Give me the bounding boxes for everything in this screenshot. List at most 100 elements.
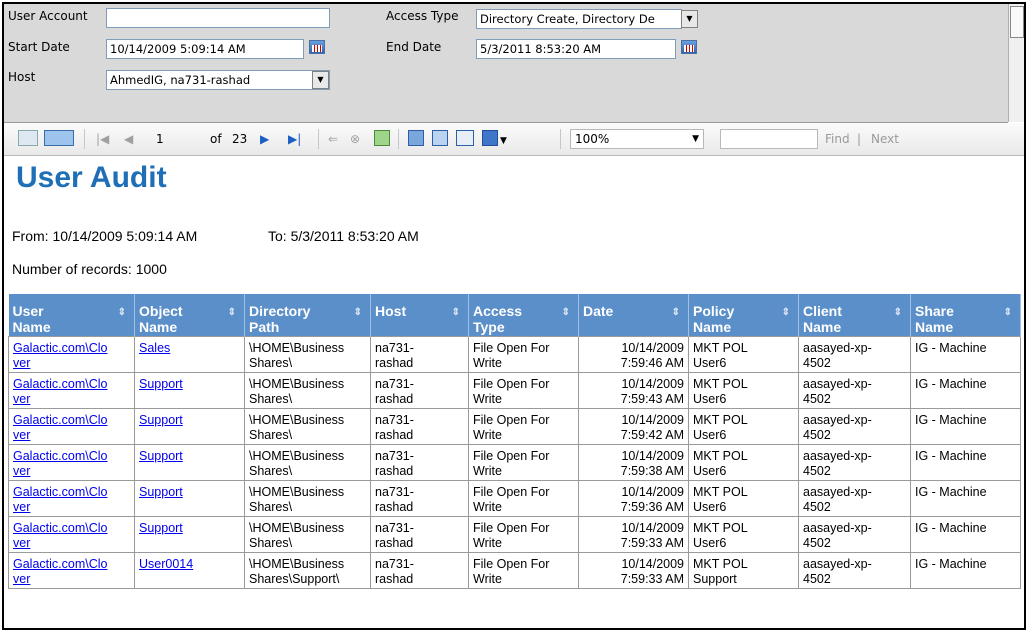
- print-layout-icon[interactable]: [432, 130, 448, 146]
- object-name-cell: Support: [134, 372, 245, 409]
- export-dropdown-icon[interactable]: ▼: [500, 133, 507, 149]
- column-header-label: Date: [583, 303, 614, 319]
- cell-text: 7:59:38 AM: [620, 464, 684, 478]
- stop-icon[interactable]: ⊗: [350, 131, 360, 147]
- cell-text: 7:59:33 AM: [620, 536, 684, 550]
- sort-icon[interactable]: ⇕: [1004, 305, 1012, 321]
- user-name-link[interactable]: Galactic.com\Clo ver: [13, 557, 107, 586]
- document-map-icon[interactable]: [18, 130, 38, 146]
- object-name-link[interactable]: Support: [139, 449, 183, 463]
- object-name-link[interactable]: Support: [139, 377, 183, 391]
- user-name-link[interactable]: Galactic.com\Clo ver: [13, 341, 107, 370]
- cell-text: File Open For: [473, 557, 550, 571]
- column-header[interactable]: Date ⇕: [578, 294, 689, 337]
- cell-text: na731-: [375, 521, 414, 535]
- sort-icon[interactable]: ⇕: [118, 305, 126, 321]
- cell-text: File Open For: [473, 521, 550, 535]
- parameter-scrollbar[interactable]: [1008, 4, 1024, 122]
- directory-path-cell: \HOME\Business Shares\: [244, 408, 371, 445]
- previous-page-icon[interactable]: ◀: [124, 131, 133, 147]
- table-body: Galactic.com\Clo ver Sales \HOME\Business Sh…: [8, 336, 1021, 589]
- column-header-label: Name: [139, 319, 178, 335]
- current-page-input[interactable]: 1: [156, 131, 164, 147]
- user-account-input[interactable]: [106, 8, 330, 28]
- object-name-cell: User0014: [134, 552, 245, 589]
- parameters-toggle-icon[interactable]: [44, 130, 74, 146]
- print-icon[interactable]: [408, 130, 424, 146]
- sort-icon[interactable]: ⇕: [228, 305, 236, 321]
- column-header-label: Type: [473, 319, 505, 335]
- user-name-link[interactable]: Galactic.com\Clo ver: [13, 521, 107, 550]
- refresh-icon[interactable]: [374, 130, 390, 146]
- scrollbar-thumb[interactable]: [1010, 6, 1024, 38]
- sort-icon[interactable]: ⇕: [354, 305, 362, 321]
- start-date-input[interactable]: 10/14/2009 5:09:14 AM: [106, 39, 304, 59]
- object-name-link[interactable]: Support: [139, 413, 183, 427]
- sort-icon[interactable]: ⇕: [782, 305, 790, 321]
- column-header[interactable]: Directory Path ⇕: [244, 294, 371, 337]
- access-type-cell: File Open For Write: [468, 372, 579, 409]
- cell-text: Shares\: [249, 464, 293, 478]
- user-name-link[interactable]: Galactic.com\Clo ver: [13, 449, 107, 478]
- sort-icon[interactable]: ⇕: [452, 305, 460, 321]
- cell-text: User6: [693, 464, 727, 478]
- page-setup-icon[interactable]: [456, 130, 474, 146]
- object-name-link[interactable]: User0014: [139, 557, 193, 571]
- column-header-label: User: [12, 303, 44, 319]
- last-page-icon[interactable]: ▶|: [288, 131, 301, 147]
- user-name-cell: Galactic.com\Clo ver: [8, 480, 135, 517]
- cell-text: MKT POL: [693, 377, 748, 391]
- access-type-value: Directory Create, Directory De: [480, 12, 655, 26]
- find-link[interactable]: Find: [825, 132, 850, 146]
- column-header-label: Share: [915, 303, 954, 319]
- next-link[interactable]: Next: [871, 132, 899, 146]
- sort-icon[interactable]: ⇕: [672, 305, 680, 321]
- cell-text: \HOME\Business: [249, 341, 345, 355]
- end-date-calendar-icon[interactable]: [681, 40, 697, 54]
- cell-text: na731-: [375, 557, 414, 571]
- user-name-link[interactable]: Galactic.com\Clo ver: [13, 377, 107, 406]
- directory-path-cell: \HOME\Business Shares\: [244, 516, 371, 553]
- share-name-cell: IG - Machine: [910, 480, 1021, 517]
- user-name-link[interactable]: Galactic.com\Clo ver: [13, 413, 107, 442]
- column-header[interactable]: Policy Name ⇕: [688, 294, 799, 337]
- user-name-link[interactable]: Galactic.com\Clo ver: [13, 485, 107, 514]
- cell-text: Shares\Support\: [249, 572, 340, 586]
- report-toolbar: |◀ ◀ 1 of 23 ▶ ▶| ⇐ ⊗ ▼ 100% ▼ Find | Nex…: [4, 123, 1024, 156]
- share-name-cell: IG - Machine: [910, 336, 1021, 373]
- column-header[interactable]: Share Name ⇕: [910, 294, 1021, 337]
- cell-text: 4502: [803, 392, 831, 406]
- sort-icon[interactable]: ⇕: [894, 305, 902, 321]
- access-type-dropdown-icon[interactable]: ▼: [681, 10, 698, 28]
- access-type-select[interactable]: Directory Create, Directory De: [476, 9, 682, 29]
- column-header[interactable]: Object Name ⇕: [134, 294, 245, 337]
- object-name-link[interactable]: Support: [139, 485, 183, 499]
- next-page-icon[interactable]: ▶: [260, 131, 269, 147]
- object-name-link[interactable]: Support: [139, 521, 183, 535]
- object-name-link[interactable]: Sales: [139, 341, 170, 355]
- table-header-row: User Name ⇕ Object Name ⇕ Directory Path ⇕ Host ⇕ A…: [8, 294, 1021, 337]
- export-save-icon[interactable]: [482, 130, 498, 146]
- column-header[interactable]: Access Type ⇕: [468, 294, 579, 337]
- access-type-cell: File Open For Write: [468, 480, 579, 517]
- column-header[interactable]: User Name ⇕: [8, 294, 135, 337]
- host-dropdown-icon[interactable]: ▼: [312, 71, 329, 89]
- date-cell: 10/14/2009 7:59:43 AM: [578, 372, 689, 409]
- cell-text: 7:59:43 AM: [620, 392, 684, 406]
- column-header[interactable]: Client Name ⇕: [798, 294, 911, 337]
- zoom-dropdown-icon[interactable]: ▼: [692, 130, 699, 148]
- share-name-cell: IG - Machine: [910, 516, 1021, 553]
- first-page-icon[interactable]: |◀: [96, 131, 109, 147]
- cell-text: 10/14/2009: [621, 521, 684, 535]
- start-date-calendar-icon[interactable]: [309, 40, 325, 54]
- access-type-label: Access Type: [386, 9, 459, 23]
- sort-icon[interactable]: ⇕: [562, 305, 570, 321]
- directory-path-cell: \HOME\Business Shares\: [244, 444, 371, 481]
- back-icon[interactable]: ⇐: [328, 131, 338, 147]
- column-header[interactable]: Host ⇕: [370, 294, 469, 337]
- table-row: Galactic.com\Clo ver Support \HOME\Business…: [8, 372, 1021, 409]
- host-select[interactable]: AhmedIG, na731-rashad: [106, 70, 330, 90]
- zoom-select[interactable]: 100% ▼: [570, 129, 704, 149]
- end-date-input[interactable]: 5/3/2011 8:53:20 AM: [476, 39, 676, 59]
- find-input[interactable]: [720, 129, 818, 149]
